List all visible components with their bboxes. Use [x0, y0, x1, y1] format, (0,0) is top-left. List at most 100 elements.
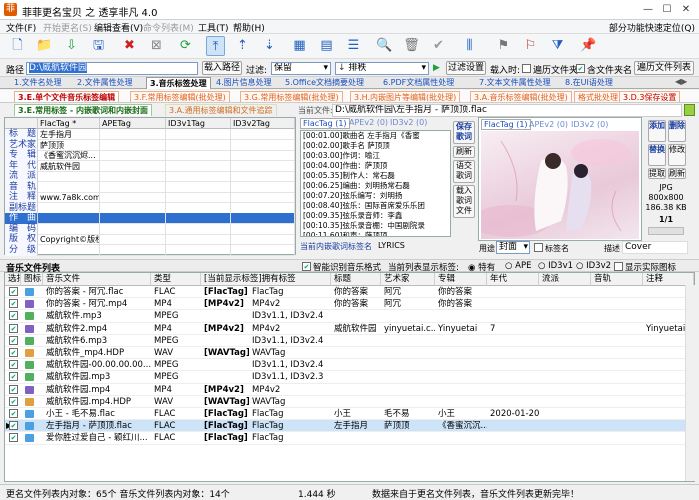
tab-save-settings[interactable]: 3.D.3保存设置: [619, 91, 681, 102]
load-lyrics-file-button[interactable]: 载入歌词文件: [453, 185, 475, 218]
new-file-icon[interactable]: 🗋: [8, 36, 27, 56]
tag-row-cell[interactable]: [166, 244, 231, 256]
col-tags[interactable]: [当前显示标签]拥有标签: [201, 273, 331, 286]
flag-icon[interactable]: ⚑: [494, 36, 513, 56]
tag-row-cell[interactable]: [166, 181, 231, 193]
tag-row-cell[interactable]: [166, 150, 231, 161]
lyric-tab-id3v2[interactable]: ID3v2 (0): [390, 118, 427, 127]
col-album[interactable]: 专辑: [435, 273, 487, 286]
save-icon[interactable]: 🖫: [89, 36, 108, 56]
pin-icon[interactable]: 📌: [579, 36, 598, 56]
tag-name-checkbox[interactable]: [534, 243, 543, 252]
radio-id3v1[interactable]: ○ ID3v1: [538, 261, 573, 271]
tab-image-info[interactable]: 4.图片信息处理: [216, 77, 272, 89]
traverse-folder-checkbox[interactable]: [522, 64, 531, 73]
tag-row-cell[interactable]: [100, 202, 166, 214]
tab-other[interactable]: 8.在UI语处理: [565, 77, 613, 89]
menu-edit-view[interactable]: 编辑查看(V): [94, 21, 143, 34]
tab-general-tags[interactable]: 3.A.通用标签编辑和文件追踪: [165, 104, 277, 116]
equalizer-icon[interactable]: ⫼: [460, 36, 479, 56]
tag-row-cell[interactable]: [166, 223, 231, 235]
tag-row-cell[interactable]: [166, 213, 231, 224]
menu-start-rename[interactable]: 开始更名(S): [43, 21, 92, 34]
table-row[interactable]: ✔ 威航软件_mp4.HDP WAV [WAVTag] WAVTag: [5, 347, 694, 360]
col-artist[interactable]: 艺术家: [381, 273, 435, 286]
grid-view-icon[interactable]: ▦: [290, 36, 309, 56]
path-input[interactable]: D:\威航软件园: [26, 62, 198, 75]
tag-row-cell[interactable]: [231, 223, 295, 235]
tab-common-tags-batch-2[interactable]: 3.G.常用标签编辑(批处理): [240, 91, 343, 102]
tag-row-cell[interactable]: [231, 234, 295, 245]
refresh-lyrics-button[interactable]: 刷新: [453, 146, 475, 158]
radio-ape[interactable]: ○ APE: [505, 261, 531, 271]
col-icon[interactable]: 图标: [21, 273, 43, 286]
col-year[interactable]: 年代: [487, 273, 539, 286]
include-folder-checkbox[interactable]: ✔: [576, 64, 585, 73]
bookmark-icon[interactable]: ⚐: [521, 36, 540, 56]
menu-command-list[interactable]: 命令列表(M): [143, 21, 194, 34]
tag-row-cell[interactable]: [231, 181, 295, 193]
tab-scroll-icon[interactable]: ◀▶: [675, 77, 687, 86]
play-icon[interactable]: ▶: [433, 63, 443, 73]
swap-lyrics-button[interactable]: 语交歌词: [453, 160, 475, 183]
row-checkbox[interactable]: ✔: [9, 384, 18, 394]
table-row[interactable]: ✔ 爱你胜过爱自己 - 颖红川... FLAC [FlacTag] FlacTag: [5, 432, 694, 445]
tag-row-cell[interactable]: [231, 213, 295, 224]
tag-row-cell[interactable]: [100, 213, 166, 224]
tag-row-value[interactable]: [38, 213, 100, 224]
row-checkbox[interactable]: ✔: [9, 311, 18, 321]
tag-row-cell[interactable]: [231, 129, 295, 140]
tag-row-value[interactable]: [38, 181, 100, 193]
row-checkbox[interactable]: ✔: [9, 323, 18, 333]
col-title[interactable]: 标题: [331, 273, 381, 286]
tag-row-cell[interactable]: [166, 171, 231, 182]
load-path-button[interactable]: 载入路径: [202, 61, 242, 75]
tab-pdf-attributes[interactable]: 6.PDF文档属性处理: [383, 77, 454, 89]
row-checkbox[interactable]: ✔: [9, 372, 18, 382]
close-icon[interactable]: ✕: [678, 3, 694, 16]
tag-row-cell[interactable]: [166, 202, 231, 214]
tag-row-value[interactable]: 左手指月: [38, 129, 100, 140]
check-icon[interactable]: ✔: [429, 36, 448, 56]
delete-icon[interactable]: ✖: [120, 36, 139, 56]
tag-row-cell[interactable]: [166, 129, 231, 140]
grid-header-id3v2[interactable]: ID3v2Tag: [231, 118, 295, 129]
menu-file[interactable]: 文件(F): [6, 21, 36, 34]
tag-row-value[interactable]: [38, 244, 100, 256]
traverse-list-button[interactable]: 遍历文件列表: [634, 61, 694, 75]
pic-scrollbar[interactable]: [648, 227, 684, 235]
row-checkbox[interactable]: ✔: [9, 348, 18, 357]
replace-picture-button[interactable]: 替换: [648, 144, 666, 166]
tag-row-cell[interactable]: [100, 160, 166, 172]
table-view-icon[interactable]: ▤: [317, 36, 336, 56]
col-select[interactable]: 选择: [5, 273, 21, 286]
maximize-icon[interactable]: ☐: [659, 3, 675, 16]
tag-row-cell[interactable]: [231, 150, 295, 161]
table-row[interactable]: ✔ 威航软件6.mp3 MPEG ID3v1.1, ID3v2.4: [5, 335, 694, 347]
move-top-icon[interactable]: ⤒: [206, 36, 225, 56]
tab-filename[interactable]: 1.文件名处理: [14, 77, 62, 89]
tag-row-cell[interactable]: [231, 244, 295, 256]
tag-row-cell[interactable]: [100, 171, 166, 182]
table-row[interactable]: ✔ 小王 - 毛不易.flac FLAC [FlacTag] FlacTag 小王 毛不易 小…: [5, 408, 694, 421]
tab-common-tags-batch[interactable]: 3.F.常用标签编辑(批处理): [130, 91, 230, 102]
quick-locate-menu[interactable]: 部分功能快速定位(Q): [609, 21, 695, 34]
tag-row-cell[interactable]: [100, 234, 166, 245]
delete-picture-button[interactable]: 删除: [668, 120, 686, 142]
tab-format-batch[interactable]: 格式批处理: [574, 91, 622, 102]
tag-row-value[interactable]: [38, 202, 100, 214]
pic-tab-ape[interactable]: APEv2 (0): [529, 120, 568, 129]
refresh-picture-button[interactable]: 刷新: [668, 168, 686, 179]
table-row[interactable]: ✔ 你的答案 - 阿冗.flac FLAC [FlacTag] FlacTag 你的答案 阿…: [5, 286, 694, 299]
menu-help[interactable]: 帮助(H): [233, 21, 265, 34]
col-file[interactable]: 音乐文件: [43, 273, 151, 286]
tag-row-cell[interactable]: [100, 181, 166, 193]
row-checkbox[interactable]: ✔: [9, 299, 18, 309]
table-row[interactable]: ▶✔左手指月 - 萨顶顶.flacFLAC[FlacTag]FlacTag左手指…: [5, 420, 694, 433]
tab-single-file-edit[interactable]: 3.E.单个文件音乐标签编辑: [14, 91, 120, 102]
tab-lyrics-cover[interactable]: 3.E.常用标签 - 内嵌歌词和内嵌封面: [14, 104, 152, 116]
show-icon-checkbox[interactable]: [614, 262, 623, 271]
tag-row-cell[interactable]: [100, 244, 166, 256]
refresh-icon[interactable]: ⟳: [176, 36, 195, 56]
lyrics-textarea[interactable]: [00:01.00]歌曲名 左手指月《香蜜 [00:02.00]歌手名 萨顶顶 [0…: [300, 130, 451, 237]
